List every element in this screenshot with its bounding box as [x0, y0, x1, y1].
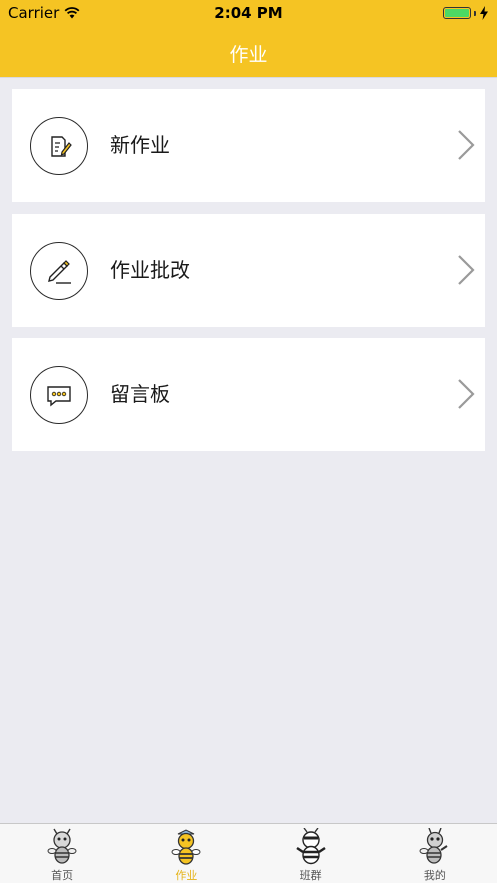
tab-label: 我的 — [423, 869, 446, 882]
chevron-right-icon — [458, 255, 475, 285]
menu-item-label: 新作业 — [110, 133, 170, 157]
tab-class-group[interactable]: 班群 — [249, 824, 373, 883]
homework-edit-icon — [30, 117, 88, 175]
battery-indicator — [443, 6, 489, 20]
bee-homework-icon — [171, 829, 201, 865]
charging-bolt-icon — [480, 6, 488, 20]
menu-item-new-homework[interactable]: 新作业 — [12, 89, 485, 202]
menu-item-label: 作业批改 — [110, 258, 190, 282]
tab-home[interactable]: 首页 — [0, 824, 124, 883]
page-title: 作业 — [229, 44, 268, 66]
navigation-header: Carrier 2:04 PM 作业 — [0, 0, 497, 78]
tab-profile[interactable]: 我的 — [373, 824, 497, 883]
tab-label: 作业 — [175, 869, 198, 882]
menu-item-message-board[interactable]: 留言板 — [12, 338, 485, 451]
message-icon — [30, 366, 88, 424]
tab-homework[interactable]: 作业 — [124, 824, 248, 883]
tab-label: 班群 — [299, 869, 322, 882]
chevron-right-icon — [458, 130, 475, 160]
bee-home-icon — [47, 828, 77, 864]
status-bar: Carrier 2:04 PM — [0, 0, 497, 26]
bee-profile-icon — [419, 828, 448, 864]
chevron-right-icon — [458, 379, 475, 409]
bee-class-icon — [295, 828, 326, 865]
battery-level-fill — [445, 9, 469, 17]
clock: 2:04 PM — [214, 4, 283, 22]
tab-bar: 首页 作业 班群 我的 — [0, 823, 497, 883]
pencil-icon — [30, 242, 88, 300]
tab-label: 首页 — [51, 869, 74, 882]
battery-icon — [443, 7, 471, 19]
menu-item-homework-correction[interactable]: 作业批改 — [12, 214, 485, 327]
menu-item-label: 留言板 — [110, 382, 170, 406]
battery-tip — [474, 10, 476, 16]
